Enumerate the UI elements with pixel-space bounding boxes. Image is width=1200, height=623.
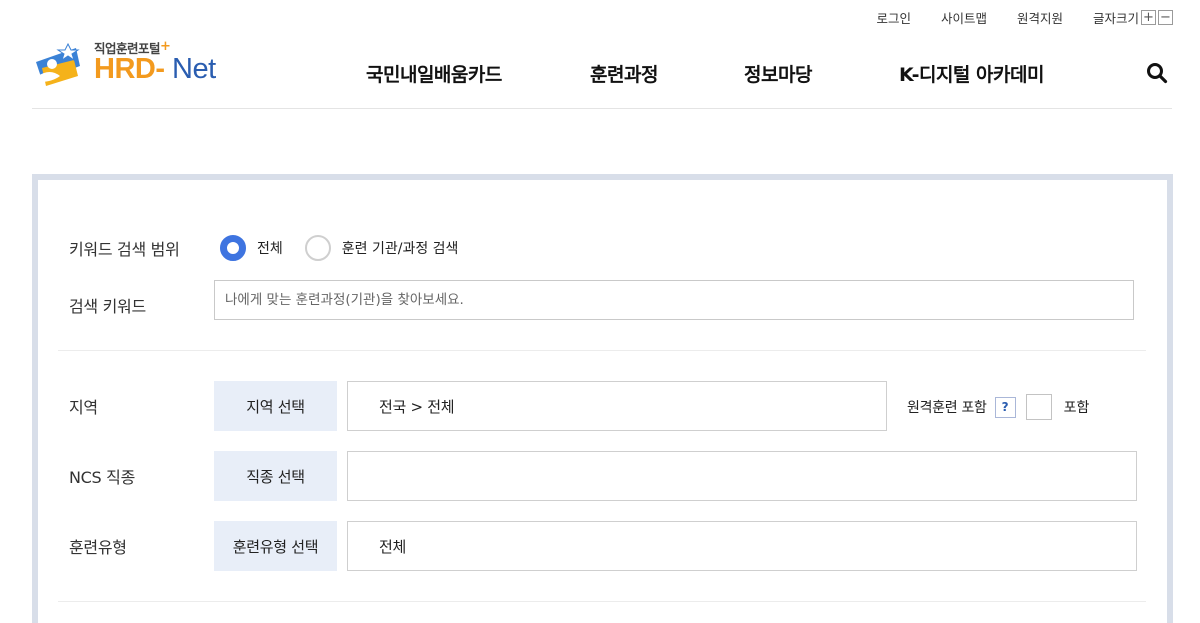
- keyword-search-input[interactable]: [214, 280, 1134, 320]
- search-icon[interactable]: [1146, 62, 1168, 84]
- section-divider: [58, 350, 1146, 351]
- remote-support-link[interactable]: 원격지원: [1017, 8, 1063, 27]
- training-type-select-button[interactable]: 훈련유형 선택: [214, 521, 337, 571]
- main-nav: 국민내일배움카드 훈련과정 정보마당 K-디지털 아카데미: [0, 60, 1200, 87]
- region-label: 지역: [69, 398, 98, 417]
- remote-include-label: 포함: [1063, 400, 1090, 416]
- header-divider: [32, 108, 1172, 109]
- scope-institution-label: 훈련 기관/과정 검색: [341, 241, 459, 257]
- sitemap-link[interactable]: 사이트맵: [941, 8, 987, 27]
- nav-item-info[interactable]: 정보마당: [744, 60, 812, 87]
- radio-unselected-icon: [304, 235, 331, 261]
- training-type-value-field[interactable]: 전체: [347, 521, 1137, 571]
- radio-selected-icon: [220, 235, 246, 261]
- ncs-label: NCS 직종: [69, 468, 136, 487]
- remote-training-option: 원격훈련 포함 ? 포함: [907, 394, 1089, 420]
- training-type-label: 훈련유형: [69, 538, 127, 557]
- font-size-increase-button[interactable]: +: [1141, 9, 1156, 25]
- font-size-decrease-button[interactable]: −: [1158, 9, 1173, 25]
- logo-tagline-plus: +: [160, 39, 171, 54]
- keyword-scope-label: 키워드 검색 범위: [69, 240, 180, 259]
- nav-item-card[interactable]: 국민내일배움카드: [366, 60, 502, 87]
- search-panel: 키워드 검색 범위 전체 훈련 기관/과정 검색 검색 키워드 지역 지역 선택…: [32, 174, 1173, 623]
- keyword-label: 검색 키워드: [69, 297, 146, 316]
- help-icon[interactable]: ?: [994, 396, 1016, 418]
- remote-include-checkbox[interactable]: [1025, 394, 1052, 420]
- ncs-select-button[interactable]: 직종 선택: [214, 451, 337, 501]
- login-link[interactable]: 로그인: [876, 8, 911, 27]
- scope-all-label: 전체: [257, 241, 283, 257]
- scope-institution-radio[interactable]: 훈련 기관/과정 검색: [304, 235, 459, 261]
- region-select-button[interactable]: 지역 선택: [214, 381, 337, 431]
- scope-all-radio[interactable]: 전체: [220, 235, 283, 261]
- ncs-value-field[interactable]: [347, 451, 1137, 501]
- region-value-field[interactable]: 전국 > 전체: [347, 381, 887, 431]
- keyword-scope-radio-group: 전체 훈련 기관/과정 검색: [220, 234, 458, 262]
- nav-item-k-digital[interactable]: K-디지털 아카데미: [899, 60, 1044, 87]
- section-divider: [58, 601, 1146, 602]
- remote-training-label: 원격훈련 포함: [907, 400, 987, 416]
- nav-item-courses[interactable]: 훈련과정: [590, 60, 658, 87]
- font-size-control: 글자크기 + −: [1093, 8, 1173, 27]
- utility-bar: 로그인 사이트맵 원격지원 글자크기 + −: [876, 8, 1173, 26]
- font-size-label: 글자크기: [1092, 10, 1139, 26]
